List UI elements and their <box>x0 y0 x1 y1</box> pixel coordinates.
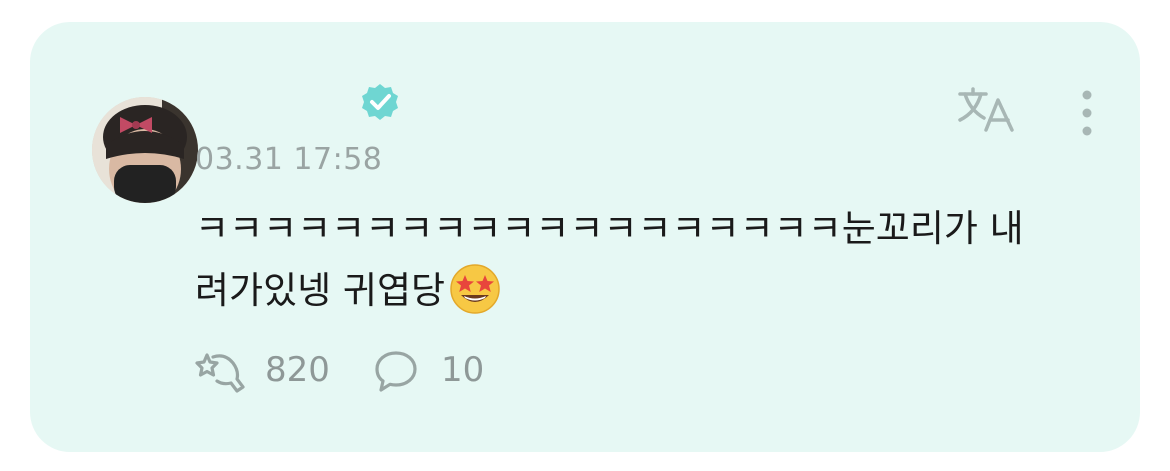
verified-badge-icon <box>362 84 398 120</box>
like-button[interactable]: 820 <box>193 347 343 393</box>
replies-count: 10 <box>441 350 485 390</box>
reply-button[interactable]: 10 <box>373 347 493 393</box>
comment-body: ㅋㅋㅋㅋㅋㅋㅋㅋㅋㅋㅋㅋㅋㅋㅋㅋㅋㅋㅋ눈꼬리가 내 려가있넹 귀엽당 <box>195 198 1075 322</box>
translate-icon[interactable] <box>956 86 1018 136</box>
comment-text-line-2-text: 려가있넹 귀엽당 <box>195 269 446 312</box>
avatar-image <box>92 97 198 203</box>
comment-text-line-1: ㅋㅋㅋㅋㅋㅋㅋㅋㅋㅋㅋㅋㅋㅋㅋㅋㅋㅋㅋ눈꼬리가 내 <box>195 207 1024 250</box>
comment-text-line-2: 려가있넹 귀엽당 <box>195 260 1075 322</box>
likes-count: 820 <box>265 350 330 390</box>
avatar[interactable] <box>92 97 198 203</box>
star-struck-emoji-icon <box>450 263 500 314</box>
speech-bubble-icon <box>375 351 417 392</box>
comment-card: 03.31 17:58 ㅋㅋㅋㅋㅋㅋㅋㅋㅋㅋㅋㅋㅋㅋㅋㅋㅋㅋㅋ눈꼬리가 내 려가… <box>30 22 1140 452</box>
comment-timestamp: 03.31 17:58 <box>195 142 383 177</box>
more-vertical-icon[interactable] <box>1072 88 1102 138</box>
star-hand-icon <box>195 353 245 393</box>
